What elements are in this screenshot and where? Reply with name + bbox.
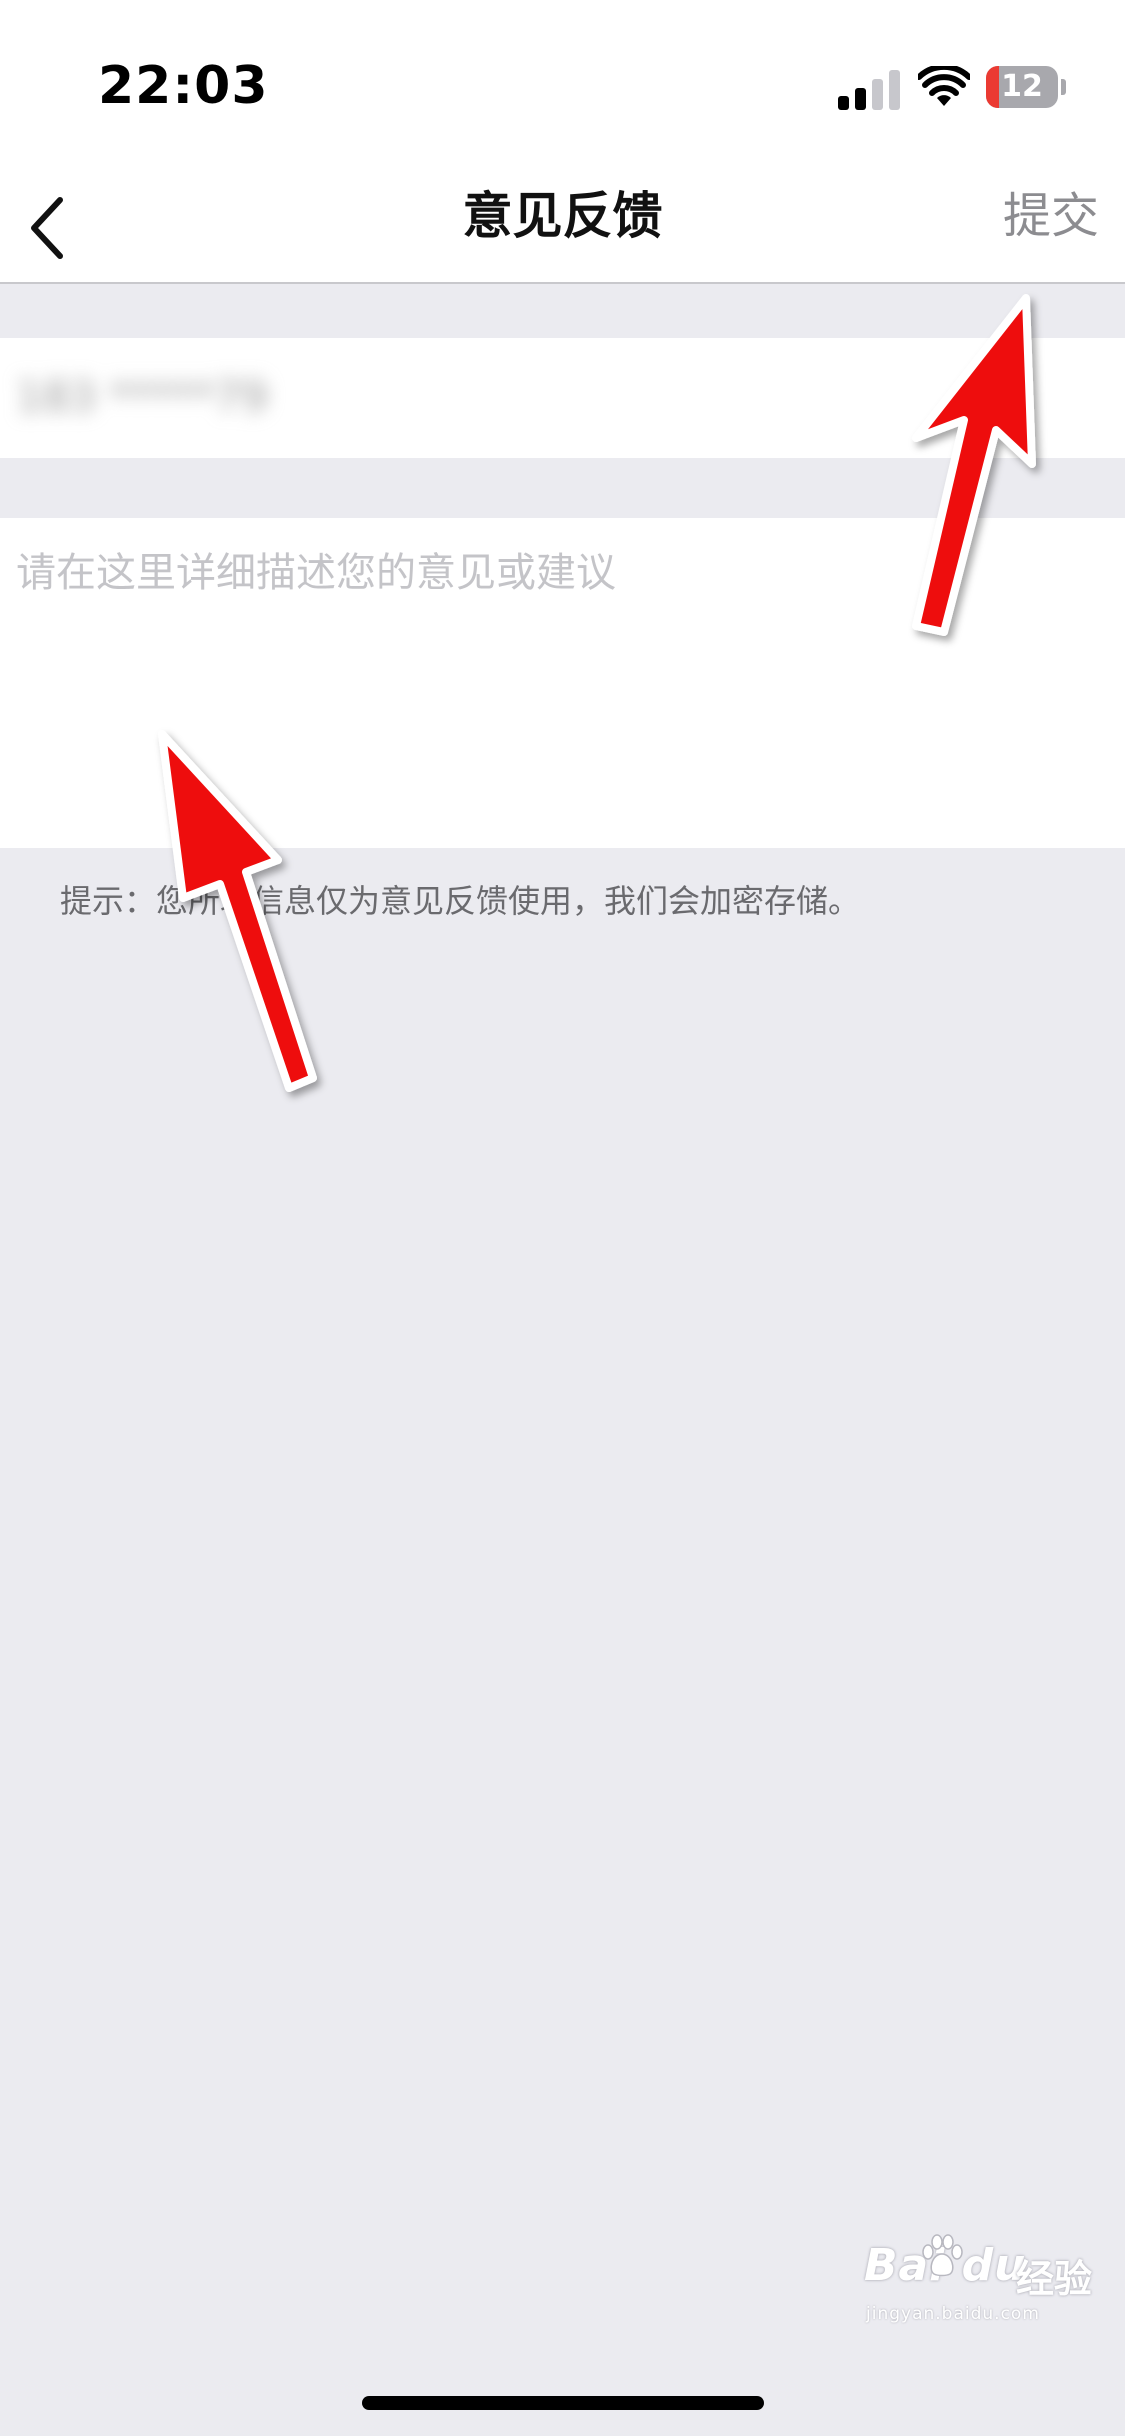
watermark: Bai du 经验 jingyan.baidu.com: [860, 2230, 1110, 2350]
annotation-arrows: [158, 294, 1036, 1092]
arrow-to-submit-icon: [912, 294, 1036, 636]
watermark-url: jingyan.baidu.com: [866, 2304, 1040, 2324]
watermark-product: 经验: [1016, 2257, 1093, 2301]
paw-icon: [922, 2234, 963, 2277]
home-indicator[interactable]: [362, 2396, 764, 2410]
arrow-to-feedback-input-icon: [158, 730, 317, 1092]
